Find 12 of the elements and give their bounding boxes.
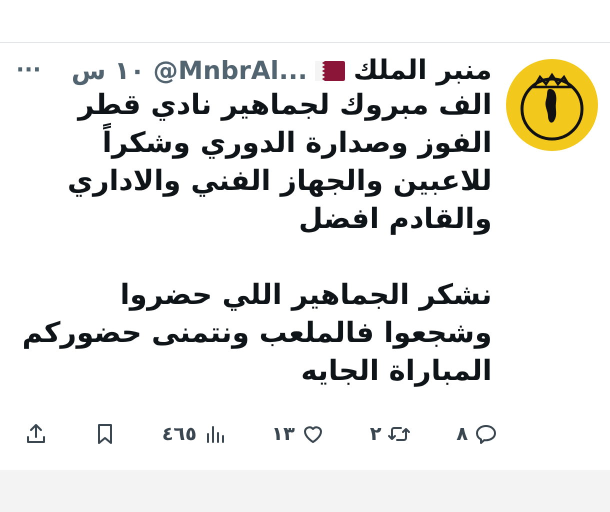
tweet-text: الف مبروك لجماهير نادي قطر الفوز وصدارة الدوري وشكراً للاعبين والجهاز الفني والاداري والقادم افضل نشكر الجماهير اللي حضروا وشجعوا فالملعب ونتمنى حضوركم المباراة الجايه <box>21 87 492 389</box>
views-button[interactable]: ٤٦٥ <box>162 422 227 446</box>
flag-icon <box>315 60 346 80</box>
avatar-logo[interactable] <box>506 59 598 151</box>
post-time: ١٠ س <box>71 56 146 85</box>
reply-button[interactable]: ٨ <box>456 422 498 446</box>
retweet-button[interactable]: ٢ <box>370 422 412 446</box>
like-button[interactable]: ١٣ <box>272 422 325 446</box>
speech-bubble-icon <box>474 422 498 446</box>
user-handle[interactable]: @MnbrAl... <box>153 56 308 85</box>
more-button[interactable]: ··· <box>12 58 46 83</box>
author-name[interactable]: منبر الملك <box>353 55 492 86</box>
